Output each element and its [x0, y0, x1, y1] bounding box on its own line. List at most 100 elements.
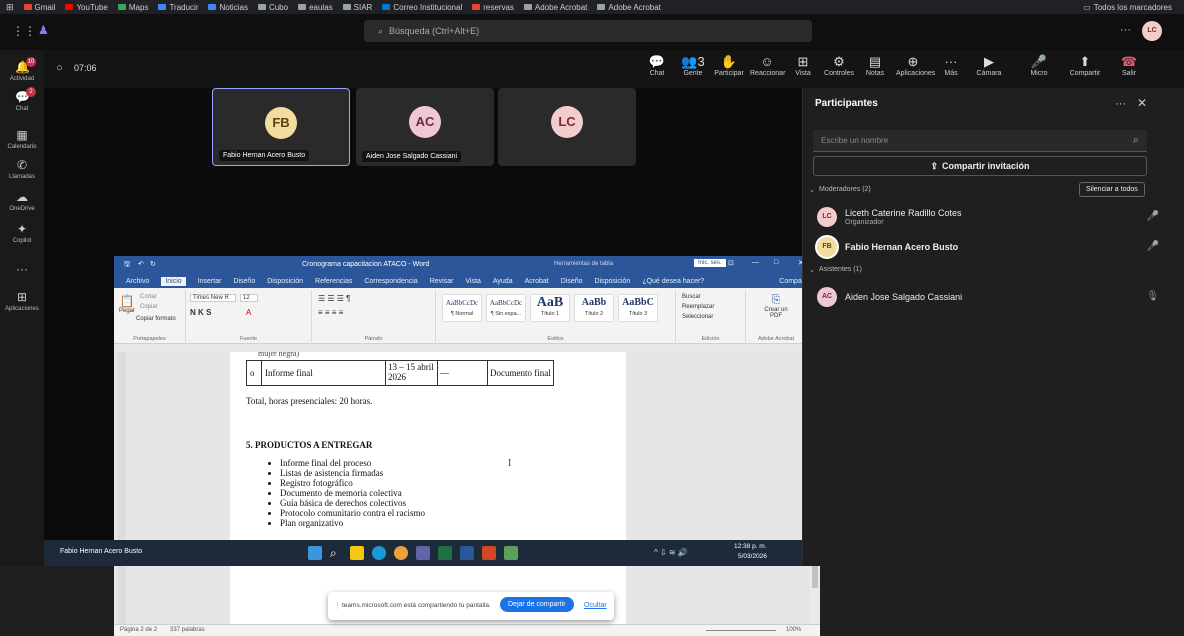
app-icon[interactable]: [504, 546, 518, 560]
rail-item-aplicaciones[interactable]: ⊞ Aplicaciones: [0, 290, 44, 312]
close-icon[interactable]: ✕: [1137, 96, 1147, 110]
undo-icon[interactable]: ↶: [138, 260, 144, 268]
word-tab[interactable]: Vista: [465, 278, 480, 285]
style-option[interactable]: AaBb Título 2: [574, 294, 614, 322]
table-row[interactable]: o Informe final 13 – 15 abril 2026 — Doc…: [246, 360, 554, 386]
find-button[interactable]: Buscar: [682, 294, 701, 300]
toolbar-camera-off-button[interactable]: ▶ Cámara: [972, 54, 1006, 77]
toolbar-leave-button[interactable]: ☎ Salir: [1112, 54, 1146, 77]
word-tab[interactable]: Disposición: [267, 278, 303, 285]
list-bullets-icon[interactable]: ☰ ☰ ☰ ¶: [318, 294, 350, 303]
zoom-level[interactable]: 100%: [786, 627, 801, 633]
word-tab[interactable]: Disposición: [595, 278, 631, 285]
toolbar-more-button[interactable]: ··· Más: [934, 54, 968, 77]
font-size-select[interactable]: 12: [240, 294, 258, 302]
toolbar-mic-button[interactable]: 🎤 Micro: [1022, 54, 1056, 77]
bookmark-item[interactable]: Gmail: [23, 3, 55, 12]
participant-search[interactable]: Escribe un nombre ⌕: [813, 130, 1147, 152]
font-color-icon[interactable]: A: [246, 308, 251, 317]
excel-icon[interactable]: [438, 546, 452, 560]
cut-button[interactable]: Cortar: [140, 294, 157, 300]
rail-item-chat[interactable]: 💬 2 Chat: [0, 87, 44, 112]
toolbar-notes-button[interactable]: ▤ Notas: [858, 54, 892, 77]
file-explorer-icon[interactable]: [350, 546, 364, 560]
toolbar-emoji-button[interactable]: ☺ Reaccionar: [750, 54, 785, 77]
toolbar-controls-button[interactable]: ⚙ Controles: [822, 54, 856, 77]
word-tab[interactable]: Insertar: [198, 278, 222, 285]
toolbar-hand-button[interactable]: ✋ Participar: [712, 54, 746, 77]
toolbar-chat-button[interactable]: 💬 Chat: [640, 54, 674, 77]
participant-row[interactable]: AC Aiden Jose Salgado Cassiani 🎙: [817, 284, 1167, 310]
bookmark-item[interactable]: eaulas: [298, 3, 333, 12]
rail-item-[interactable]: ···: [0, 262, 44, 278]
ribbon-display-icon[interactable]: ⊡: [728, 259, 734, 267]
document-area[interactable]: mujer negra) o Informe final 13 – 15 abr…: [114, 352, 820, 624]
teams-icon[interactable]: [416, 546, 430, 560]
bookmark-item[interactable]: YouTube: [65, 3, 108, 12]
select-button[interactable]: Seleccionar: [682, 314, 713, 320]
bold-italic-underline[interactable]: N K S: [190, 308, 211, 317]
all-bookmarks[interactable]: ▭ Todos los marcadores: [1083, 3, 1172, 12]
toolbar-plus-button[interactable]: ⊕ Aplicaciones: [896, 54, 935, 77]
replace-button[interactable]: Reemplazar: [682, 304, 714, 310]
toolbar-people-button[interactable]: 👥3 Gente: [676, 54, 710, 77]
bookmark-item[interactable]: Maps: [117, 3, 148, 12]
hide-button[interactable]: Ocultar: [584, 602, 607, 609]
bookmark-item[interactable]: Noticias: [208, 3, 248, 12]
rail-item-actividad[interactable]: 🔔 10 Actividad: [0, 57, 44, 82]
powerpoint-icon[interactable]: [482, 546, 496, 560]
bookmark-item[interactable]: reservas: [472, 3, 514, 12]
app-launcher-icon[interactable]: ⋮⋮: [12, 24, 36, 38]
font-name-select[interactable]: Times New R: [190, 294, 236, 302]
word-tab[interactable]: Revisar: [430, 278, 454, 285]
moderators-header[interactable]: Moderadores (2): [819, 186, 871, 193]
word-tab[interactable]: Diseño: [233, 278, 255, 285]
create-pdf-button[interactable]: ⎘ Crear un PDF: [758, 294, 794, 319]
style-option[interactable]: AaB Título 1: [530, 294, 570, 322]
word-tab[interactable]: ¿Qué desea hacer?: [642, 278, 704, 285]
style-option[interactable]: AaBbCcDc ¶ Normal: [442, 294, 482, 322]
bookmark-item[interactable]: Adobe Acrobat: [597, 3, 661, 12]
word-tab[interactable]: Diseño: [561, 278, 583, 285]
zoom-slider[interactable]: [706, 630, 776, 631]
search-box[interactable]: ⌕ Búsqueda (Ctrl+Alt+E): [364, 20, 812, 42]
participant-row[interactable]: FB Fabio Hernan Acero Busto 🎤: [817, 234, 1167, 260]
attendees-header[interactable]: Asistentes (1): [819, 266, 862, 273]
bookmark-item[interactable]: SIAR: [342, 3, 372, 12]
word-tab[interactable]: Inicio: [161, 276, 186, 286]
rail-item-llamadas[interactable]: ✆ Llamadas: [0, 158, 44, 180]
video-tile[interactable]: LC: [498, 88, 636, 166]
participant-row[interactable]: LC Liceth Caterine Radillo Cotes Organizad…: [817, 204, 1167, 230]
search-icon[interactable]: ⌕: [330, 546, 344, 560]
bookmark-item[interactable]: Traducir: [158, 3, 198, 12]
copy-button[interactable]: Copiar: [140, 304, 158, 310]
video-tile[interactable]: AC Aiden Jose Salgado Cassiani: [356, 88, 494, 166]
edge-icon[interactable]: [372, 546, 386, 560]
mic-muted-icon[interactable]: 🎙: [1146, 291, 1159, 302]
chrome-icon[interactable]: [394, 546, 408, 560]
chevron-down-icon[interactable]: ⌄: [809, 186, 815, 194]
toolbar-share-button[interactable]: ⬆ Compartir: [1068, 54, 1102, 77]
bookmark-item[interactable]: Cubo: [257, 3, 288, 12]
rail-item-calendario[interactable]: ▦ Calendario: [0, 128, 44, 150]
mic-icon[interactable]: 🎤: [1147, 211, 1159, 222]
word-icon[interactable]: [460, 546, 474, 560]
more-icon[interactable]: ···: [1115, 98, 1126, 110]
bookmark-item[interactable]: Adobe Acrobat: [523, 3, 587, 12]
style-option[interactable]: AaBbCcDc ¶ Sin espa...: [486, 294, 526, 322]
mute-all-button[interactable]: Silenciar a todos: [1079, 182, 1145, 197]
mic-icon[interactable]: 🎤: [1147, 241, 1159, 252]
save-icon[interactable]: 🖫: [124, 260, 130, 271]
paste-button[interactable]: 📋 Pegar: [118, 294, 136, 314]
word-tab[interactable]: Referencias: [315, 278, 352, 285]
maximize-icon[interactable]: □: [774, 259, 778, 266]
windows-start-icon[interactable]: [308, 546, 322, 560]
signin-button[interactable]: Inic. ses.: [694, 259, 726, 267]
more-options-icon[interactable]: ···: [1120, 24, 1131, 36]
copy-format-button[interactable]: Copiar formato: [136, 316, 176, 322]
video-tile[interactable]: FB Fabio Hernan Acero Busto: [212, 88, 350, 166]
chevron-down-icon[interactable]: ⌄: [809, 266, 815, 274]
minimize-icon[interactable]: —: [752, 259, 759, 266]
rail-item-onedrive[interactable]: ☁ OneDrive: [0, 190, 44, 212]
redo-icon[interactable]: ↻: [150, 260, 156, 268]
